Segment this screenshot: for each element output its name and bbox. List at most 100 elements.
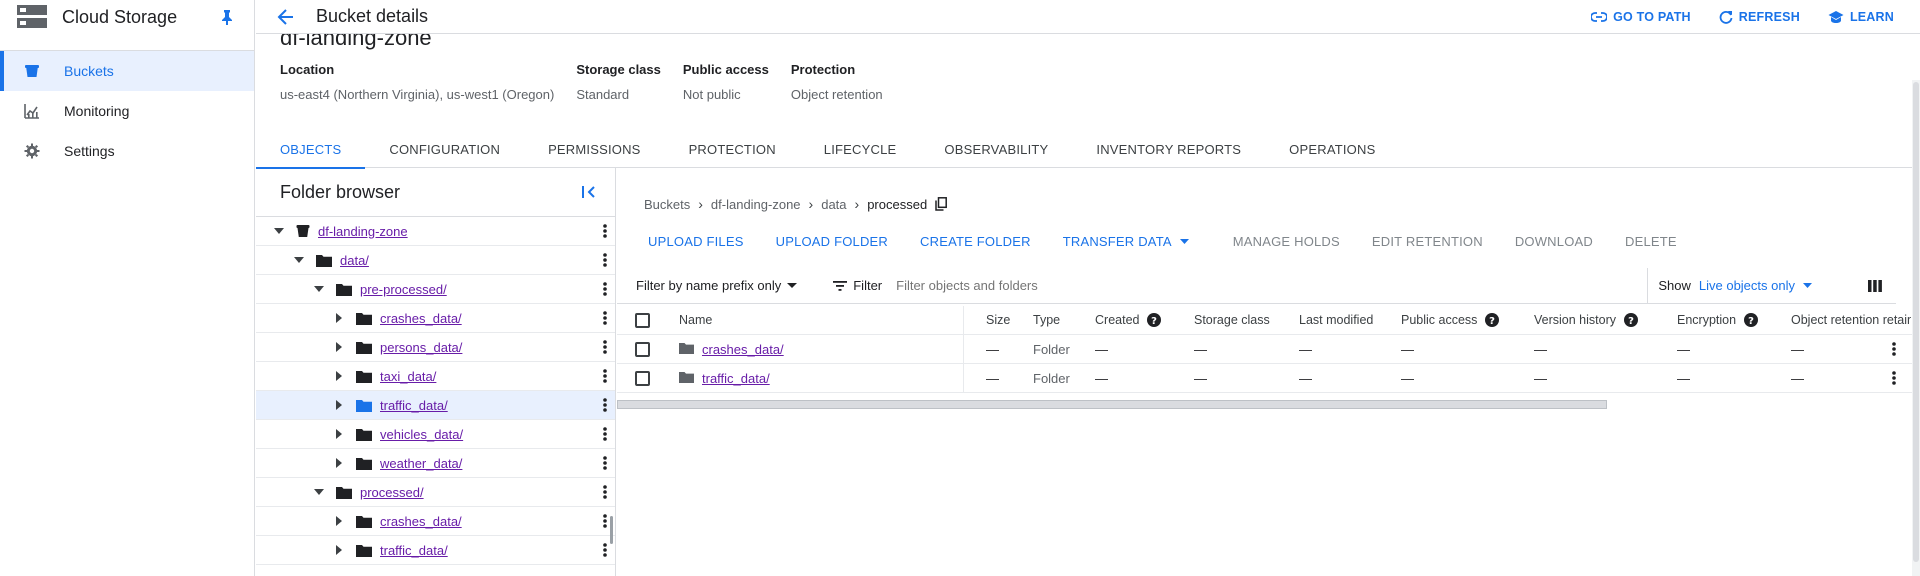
- tree-item-label[interactable]: persons_data/: [380, 340, 462, 355]
- table-row[interactable]: crashes_data/— Folder — — — — — — —: [617, 335, 1920, 364]
- more-vert-icon[interactable]: [1892, 342, 1896, 359]
- pin-icon[interactable]: [220, 9, 234, 25]
- expand-more-icon[interactable]: [332, 514, 346, 528]
- download-button[interactable]: DOWNLOAD: [1499, 234, 1609, 249]
- tab-inventory-reports[interactable]: INVENTORY REPORTS: [1072, 130, 1265, 168]
- tree-item-label[interactable]: pre-processed/: [360, 282, 447, 297]
- delete-button[interactable]: DELETE: [1609, 234, 1693, 249]
- tree-item-label[interactable]: data/: [340, 253, 369, 268]
- tab-configuration[interactable]: CONFIGURATION: [365, 130, 524, 168]
- nav-item-monitoring[interactable]: Monitoring: [0, 91, 254, 131]
- breadcrumb-bucket[interactable]: df-landing-zone: [711, 197, 801, 212]
- expand-more-icon[interactable]: [332, 456, 346, 470]
- expand-more-icon[interactable]: [332, 340, 346, 354]
- create-folder-button[interactable]: CREATE FOLDER: [904, 234, 1047, 249]
- copy-path-button[interactable]: [935, 197, 948, 211]
- horizontal-scrollbar[interactable]: [617, 400, 1607, 409]
- expand-more-icon[interactable]: [332, 543, 346, 557]
- manage-holds-button[interactable]: MANAGE HOLDS: [1217, 234, 1356, 249]
- more-vert-icon[interactable]: [603, 282, 607, 299]
- tab-lifecycle[interactable]: LIFECYCLE: [800, 130, 921, 168]
- expand-more-icon[interactable]: [332, 427, 346, 441]
- help-icon[interactable]: ?: [1744, 313, 1759, 327]
- more-vert-icon[interactable]: [603, 485, 607, 502]
- nav-item-buckets[interactable]: Buckets: [0, 51, 254, 91]
- tree-item-label[interactable]: traffic_data/: [380, 398, 448, 413]
- more-vert-icon[interactable]: [603, 398, 607, 415]
- tree-item[interactable]: data/: [256, 246, 615, 275]
- tree-item-label[interactable]: crashes_data/: [380, 514, 462, 529]
- help-icon[interactable]: ?: [1485, 313, 1500, 327]
- tab-operations[interactable]: OPERATIONS: [1265, 130, 1399, 168]
- refresh-button[interactable]: REFRESH: [1719, 10, 1800, 24]
- row-checkbox[interactable]: [635, 370, 650, 386]
- vertical-scrollbar[interactable]: [1912, 80, 1920, 576]
- upload-files-button[interactable]: UPLOAD FILES: [632, 234, 760, 249]
- tab-observability[interactable]: OBSERVABILITY: [920, 130, 1072, 168]
- select-all-checkbox[interactable]: [635, 312, 650, 328]
- tree-item[interactable]: persons_data/: [256, 333, 615, 362]
- tree-item[interactable]: pre-processed/: [256, 275, 615, 304]
- tab-permissions[interactable]: PERMISSIONS: [524, 130, 665, 168]
- tab-objects[interactable]: OBJECTS: [256, 130, 366, 169]
- tree-item-label[interactable]: processed/: [360, 485, 424, 500]
- tree-item-label[interactable]: vehicles_data/: [380, 427, 463, 442]
- tree-item[interactable]: traffic_data/: [256, 536, 615, 565]
- more-vert-icon[interactable]: [1892, 371, 1896, 388]
- more-vert-icon[interactable]: [603, 224, 607, 241]
- tree-item[interactable]: traffic_data/: [256, 391, 615, 420]
- help-icon[interactable]: ?: [1623, 313, 1638, 327]
- table-row[interactable]: traffic_data/— Folder — — — — — — —: [617, 364, 1920, 393]
- upload-folder-button[interactable]: UPLOAD FOLDER: [760, 234, 904, 249]
- filter-button[interactable]: Filter: [833, 278, 882, 293]
- more-vert-icon[interactable]: [603, 456, 607, 473]
- expand-less-icon[interactable]: [272, 224, 286, 238]
- tab-protection[interactable]: PROTECTION: [665, 130, 800, 168]
- transfer-data-button[interactable]: TRANSFER DATA: [1047, 234, 1205, 249]
- tree-item[interactable]: crashes_data/: [256, 304, 615, 333]
- tree-item[interactable]: taxi_data/: [256, 362, 615, 391]
- tree-item-label[interactable]: traffic_data/: [380, 543, 448, 558]
- more-vert-icon[interactable]: [603, 369, 607, 386]
- more-vert-icon[interactable]: [603, 311, 607, 328]
- learn-button[interactable]: LEARN: [1828, 10, 1894, 24]
- show-selector[interactable]: Show Live objects only: [1658, 278, 1812, 293]
- edit-retention-button[interactable]: EDIT RETENTION: [1356, 234, 1499, 249]
- more-vert-icon[interactable]: [603, 253, 607, 270]
- nav-item-settings[interactable]: Settings: [0, 131, 254, 171]
- tree-item-label[interactable]: taxi_data/: [380, 369, 436, 384]
- expand-more-icon[interactable]: [332, 369, 346, 383]
- collapse-panel-icon[interactable]: [581, 185, 597, 199]
- go-to-path-button[interactable]: GO TO PATH: [1591, 10, 1691, 24]
- object-name-link[interactable]: crashes_data/: [702, 342, 784, 357]
- more-vert-icon[interactable]: [603, 514, 607, 531]
- row-checkbox[interactable]: [635, 341, 650, 357]
- scrollbar-thumb[interactable]: [1913, 82, 1919, 562]
- expand-less-icon[interactable]: [312, 485, 326, 499]
- more-vert-icon[interactable]: [603, 543, 607, 560]
- column-display-icon[interactable]: [1868, 279, 1882, 292]
- filter-prefix-dropdown[interactable]: Filter by name prefix only: [636, 278, 798, 293]
- tree-scrollbar[interactable]: [610, 516, 613, 544]
- tree-item-label[interactable]: weather_data/: [380, 456, 462, 471]
- tree-item[interactable]: weather_data/: [256, 449, 615, 478]
- more-vert-icon[interactable]: [603, 340, 607, 357]
- expand-more-icon[interactable]: [332, 311, 346, 325]
- help-icon[interactable]: ?: [1147, 313, 1162, 327]
- tree-item[interactable]: df-landing-zone: [256, 217, 615, 246]
- breadcrumb-folder[interactable]: data: [821, 197, 846, 212]
- tree-item[interactable]: crashes_data/: [256, 507, 615, 536]
- more-vert-icon[interactable]: [603, 427, 607, 444]
- tree-item-label[interactable]: df-landing-zone: [318, 224, 408, 239]
- expand-more-icon[interactable]: [332, 398, 346, 412]
- tree-item[interactable]: processed/: [256, 478, 615, 507]
- tree-item-label[interactable]: crashes_data/: [380, 311, 462, 326]
- expand-less-icon[interactable]: [292, 253, 306, 267]
- breadcrumb-buckets[interactable]: Buckets: [644, 197, 690, 212]
- tree-item[interactable]: vehicles_data/: [256, 420, 615, 449]
- filter-input[interactable]: [896, 278, 1197, 293]
- col-header-name[interactable]: Name: [679, 313, 712, 327]
- object-name-link[interactable]: traffic_data/: [702, 371, 770, 386]
- expand-less-icon[interactable]: [312, 282, 326, 296]
- back-button[interactable]: [274, 5, 298, 29]
